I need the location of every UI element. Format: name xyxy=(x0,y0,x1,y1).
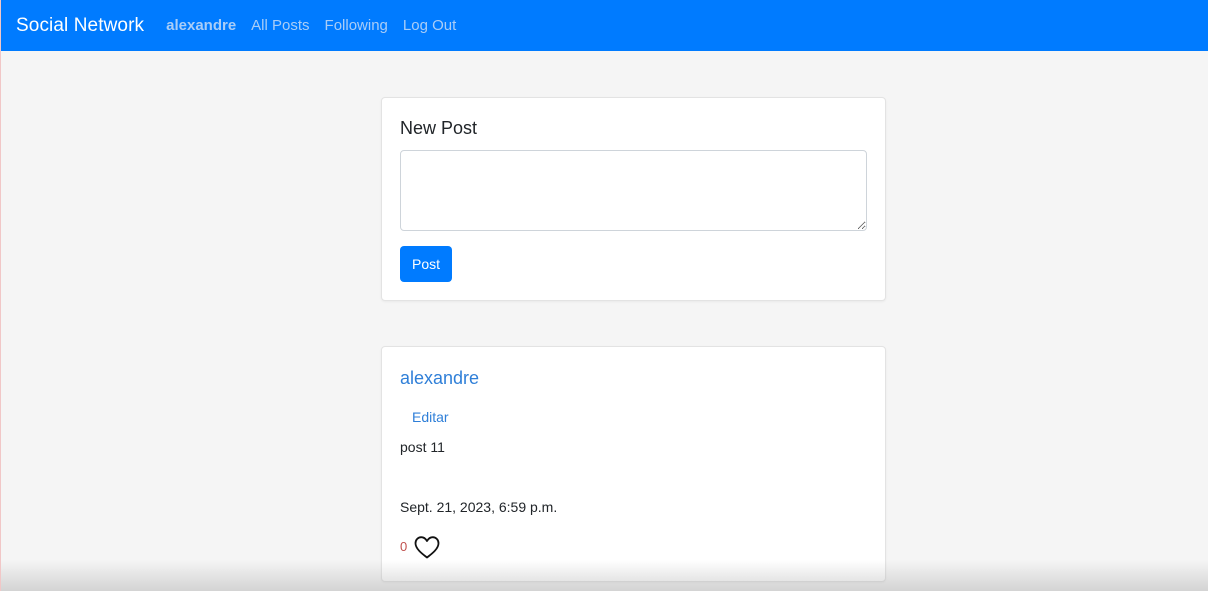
post-timestamp: Sept. 21, 2023, 6:59 p.m. xyxy=(400,499,558,515)
brand-link[interactable]: Social Network xyxy=(16,15,144,37)
new-post-title: New Post xyxy=(400,118,478,138)
post-card: alexandre Editar post 11 Sept. 21, 2023,… xyxy=(381,346,886,582)
like-count: 0 xyxy=(400,539,408,554)
nav-link-all-posts[interactable]: All Posts xyxy=(251,17,309,34)
edit-post-link[interactable]: Editar xyxy=(412,409,449,425)
post-content: post 11 xyxy=(400,439,445,455)
post-author-link[interactable]: alexandre xyxy=(400,368,479,389)
new-post-card: New Post Post xyxy=(381,97,886,301)
nav-username-link[interactable]: alexandre xyxy=(166,17,236,34)
heart-outline-icon[interactable] xyxy=(413,535,441,560)
nav-link-following[interactable]: Following xyxy=(325,17,388,34)
page: Social Network alexandre All Posts Follo… xyxy=(0,0,1208,591)
navbar: Social Network alexandre All Posts Follo… xyxy=(1,0,1208,51)
new-post-textarea[interactable] xyxy=(400,150,867,231)
post-submit-button[interactable]: Post xyxy=(400,246,452,282)
nav-link-log-out[interactable]: Log Out xyxy=(403,17,456,34)
